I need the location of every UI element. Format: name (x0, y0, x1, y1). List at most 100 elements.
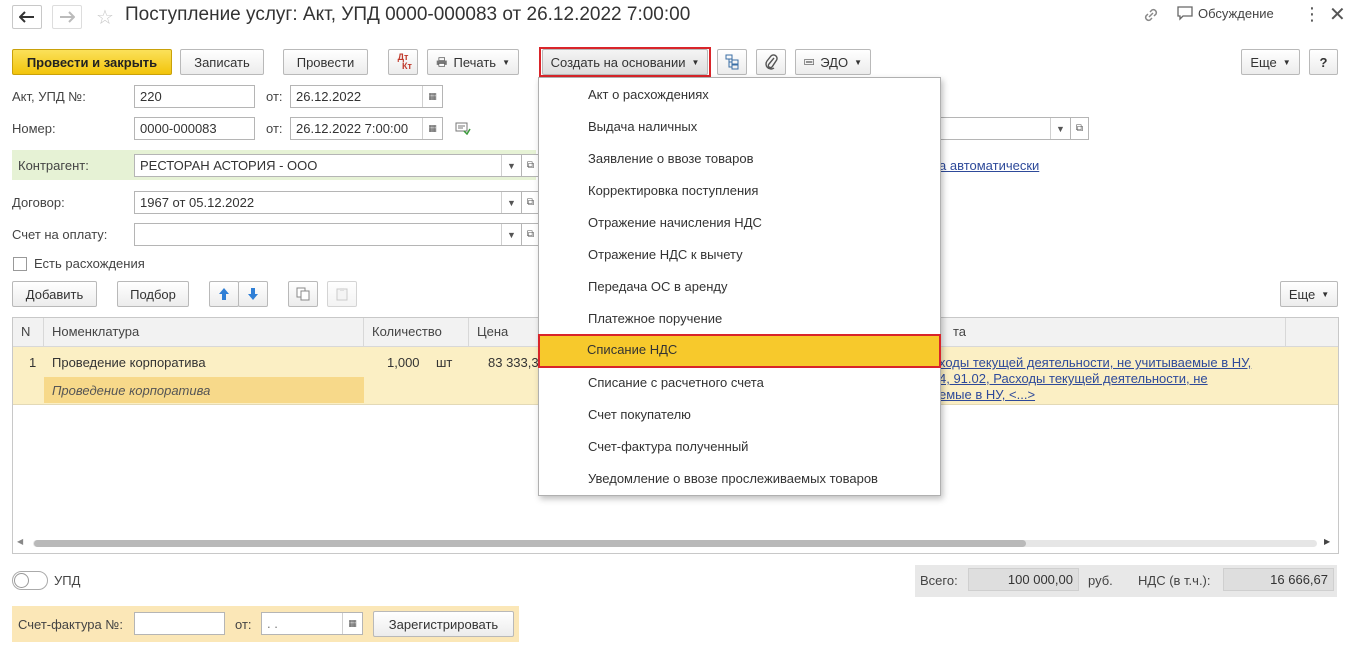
edo-button[interactable]: ЭДО ▼ (795, 49, 871, 75)
print-button[interactable]: Печать ▼ (427, 49, 519, 75)
scroll-left-arrow[interactable]: ◀ (17, 537, 23, 546)
column-quantity[interactable]: Количество (364, 318, 469, 347)
structure-icon (725, 54, 739, 70)
copy-icon (296, 287, 310, 301)
menu-item-payment-order[interactable]: Платежное поручение (539, 303, 940, 335)
menu-item-vat-accrual[interactable]: Отражение начисления НДС (539, 207, 940, 239)
chevron-down-icon[interactable]: ▼ (501, 192, 521, 213)
favorite-star-icon[interactable]: ☆ (96, 5, 114, 30)
history-icon[interactable] (455, 121, 471, 138)
sf-date-field[interactable]: . . ▦ (261, 612, 363, 635)
act-number-field[interactable]: 220 (134, 85, 255, 108)
menu-item-vat-writeoff[interactable]: Списание НДС (538, 334, 941, 368)
back-button[interactable] (12, 5, 42, 29)
print-label: Печать (453, 54, 497, 70)
post-and-close-button[interactable]: Провести и закрыть (12, 49, 172, 75)
number-field[interactable]: 0000-000083 (134, 117, 255, 140)
act-date-value: 26.12.2022 (296, 89, 362, 104)
menu-item-cash-issue[interactable]: Выдача наличных (539, 111, 940, 143)
act-number-label: Акт, УПД №: (12, 89, 86, 104)
number-date-value: 26.12.2022 7:00:00 (296, 121, 409, 136)
menu-item-import-statement[interactable]: Заявление о ввозе товаров (539, 143, 940, 175)
chevron-down-icon: ▼ (854, 57, 862, 67)
horizontal-scrollbar[interactable] (34, 540, 1026, 547)
close-icon[interactable]: ✕ (1329, 2, 1346, 27)
discrepancies-checkbox[interactable] (13, 257, 27, 271)
move-down-button[interactable] (238, 281, 268, 307)
row-account-line2[interactable]: 4, 91.02, Расходы текущей деятельности, … (939, 371, 1208, 386)
currency-label: руб. (1088, 573, 1113, 588)
copy-button[interactable] (288, 281, 318, 307)
table-more-label: Еще (1288, 286, 1316, 302)
open-icon[interactable]: ⧉ (1071, 117, 1089, 140)
calendar-icon[interactable]: ▦ (422, 86, 442, 107)
menu-item-vat-deduction[interactable]: Отражение НДС к вычету (539, 239, 940, 271)
pick-button[interactable]: Подбор (117, 281, 189, 307)
edo-icon (804, 59, 814, 65)
kebab-menu-icon[interactable]: ⋮ (1303, 4, 1321, 25)
chevron-down-icon: ▼ (502, 57, 510, 67)
link-icon[interactable] (1142, 6, 1160, 27)
column-nomenclature[interactable]: Номенклатура (44, 318, 364, 347)
sf-number-field[interactable] (134, 612, 225, 635)
help-button[interactable]: ? (1309, 49, 1338, 75)
invoice-field[interactable]: ▼ (134, 223, 522, 246)
menu-item-received-invoice[interactable]: Счет-фактура полученный (539, 431, 940, 463)
contract-field[interactable]: 1967 от 05.12.2022 ▼ (134, 191, 522, 214)
save-button[interactable]: Записать (180, 49, 264, 75)
scroll-right-arrow[interactable]: ▶ (1324, 537, 1330, 546)
number-date-field[interactable]: 26.12.2022 7:00:00 ▦ (290, 117, 443, 140)
paste-button[interactable] (327, 281, 357, 307)
create-based-on-button[interactable]: Создать на основании ▼ (542, 49, 708, 75)
contract-label: Договор: (12, 195, 65, 210)
chevron-down-icon[interactable]: ▼ (1050, 118, 1070, 139)
chevron-down-icon[interactable]: ▼ (501, 155, 521, 176)
discussion-button[interactable]: Обсуждение (1177, 6, 1274, 21)
create-based-menu: Акт о расхождениях Выдача наличных Заявл… (538, 77, 941, 496)
attach-button[interactable] (756, 49, 786, 75)
more-label: Еще (1250, 54, 1277, 70)
table-more-button[interactable]: Еще ▼ (1280, 281, 1338, 307)
auto-link[interactable]: а автоматически (939, 158, 1039, 173)
dt-kt-button[interactable]: Дт Кт (388, 49, 418, 75)
menu-item-tracked-goods-notice[interactable]: Уведомление о ввозе прослеживаемых товар… (539, 463, 940, 495)
forward-button[interactable] (52, 5, 82, 29)
act-date-label: от: (266, 89, 283, 104)
arrow-up-icon (219, 288, 229, 300)
move-up-button[interactable] (209, 281, 239, 307)
post-button[interactable]: Провести (283, 49, 368, 75)
add-button[interactable]: Добавить (12, 281, 97, 307)
row-number: 1 (29, 355, 37, 370)
page-title: Поступление услуг: Акт, УПД 0000-000083 … (125, 4, 691, 25)
vat-value: 16 666,67 (1223, 568, 1334, 591)
column-n[interactable]: N (13, 318, 44, 347)
number-date-label: от: (266, 121, 283, 136)
chevron-down-icon[interactable]: ▼ (501, 224, 521, 245)
row-account-line1[interactable]: ходы текущей деятельности, не учитываемы… (939, 355, 1251, 370)
structure-button[interactable] (717, 49, 747, 75)
vat-label: НДС (в т.ч.): (1138, 573, 1211, 588)
column-extra (1286, 318, 1338, 347)
row-account-line3[interactable]: емые в НУ, <...> (939, 387, 1035, 402)
calendar-icon[interactable]: ▦ (422, 118, 442, 139)
create-based-label: Создать на основании (550, 54, 686, 70)
sf-label: Счет-фактура №: (18, 617, 123, 632)
menu-item-account-writeoff[interactable]: Списание с расчетного счета (539, 367, 940, 399)
total-value: 100 000,00 (968, 568, 1079, 591)
counterparty-field[interactable]: РЕСТОРАН АСТОРИЯ - ООО ▼ (134, 154, 522, 177)
column-account[interactable]: та (939, 318, 1286, 347)
column-price[interactable]: Цена (469, 318, 539, 347)
more-button[interactable]: Еще ▼ (1241, 49, 1300, 75)
upd-toggle[interactable] (12, 571, 48, 590)
menu-item-customer-invoice[interactable]: Счет покупателю (539, 399, 940, 431)
menu-item-asset-lease[interactable]: Передача ОС в аренду (539, 271, 940, 303)
clipboard-icon (336, 288, 348, 301)
toggle-knob (14, 573, 29, 588)
arrow-down-icon (248, 288, 258, 300)
calendar-icon[interactable]: ▦ (342, 613, 362, 634)
act-date-field[interactable]: 26.12.2022 ▦ (290, 85, 443, 108)
register-button[interactable]: Зарегистрировать (373, 611, 514, 637)
menu-item-discrepancy-act[interactable]: Акт о расхождениях (539, 79, 940, 111)
menu-item-receipt-correction[interactable]: Корректировка поступления (539, 175, 940, 207)
organization-field[interactable]: ▼ (939, 117, 1071, 140)
